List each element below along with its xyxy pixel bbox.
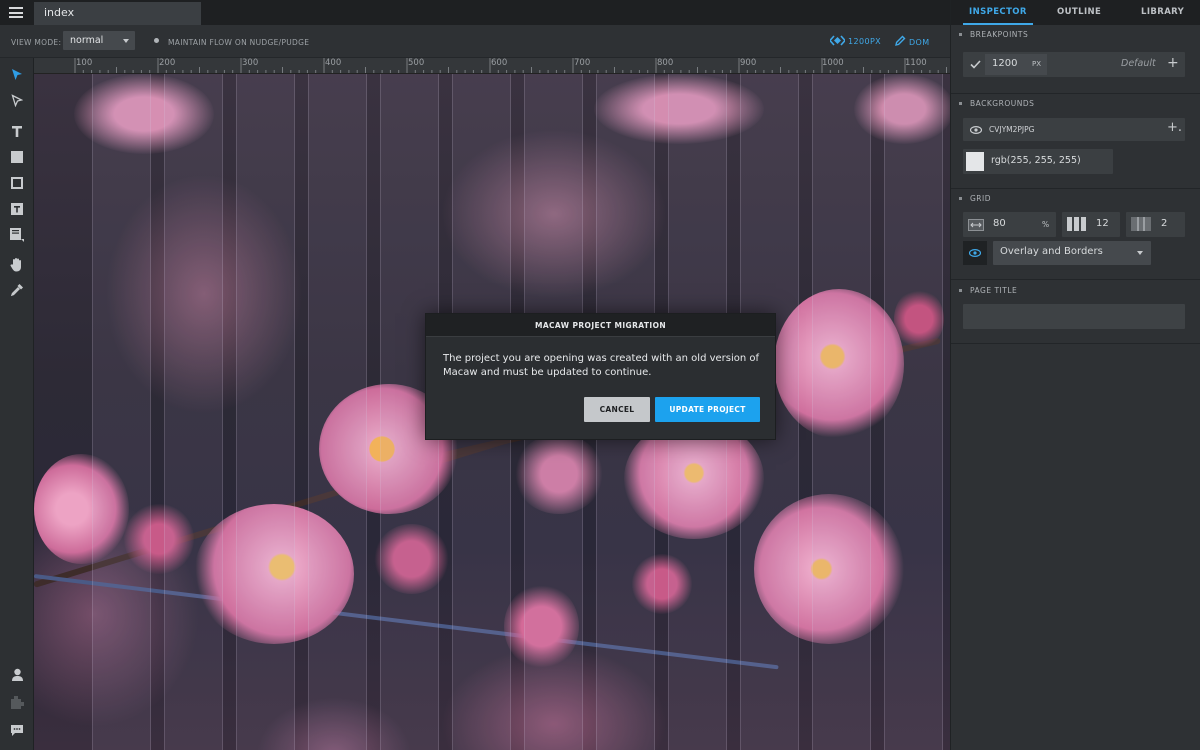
view-mode-select[interactable]: normal: [63, 31, 135, 50]
background-color-value: rgb(255, 255, 255): [991, 155, 1081, 166]
ruler-tick: 300: [242, 58, 259, 68]
grid-width-field[interactable]: 80 %: [963, 212, 1056, 237]
tab-inspector[interactable]: INSPECTOR: [963, 0, 1033, 25]
breakpoint-row[interactable]: 1200 PX Default +: [963, 52, 1185, 77]
eye-icon: [969, 249, 981, 257]
puzzle-icon[interactable]: [9, 694, 25, 710]
dom-button[interactable]: DOM: [894, 35, 930, 47]
panel-tabs: INSPECTOR OUTLINE LIBRARY: [951, 0, 1200, 25]
chevron-down-icon: [123, 39, 129, 43]
plus-add-icon[interactable]: +.: [1167, 120, 1182, 135]
page-title-heading: PAGE TITLE: [951, 286, 1200, 295]
ruler-tick: 100: [76, 58, 93, 68]
tab-outline[interactable]: OUTLINE: [1057, 0, 1101, 25]
document-tab[interactable]: index: [34, 2, 201, 25]
text-box-icon[interactable]: [9, 201, 25, 217]
outline-box-icon[interactable]: [9, 175, 25, 191]
toolbar: VIEW MODE: normal MAINTAIN FLOW ON NUDGE…: [0, 25, 950, 58]
pencil-icon: [895, 35, 906, 46]
grid-gutter-field[interactable]: 2: [1126, 212, 1185, 237]
backgrounds-heading: BACKGROUNDS: [951, 99, 1200, 108]
ruler-tick: 500: [408, 58, 425, 68]
plus-icon[interactable]: +: [1167, 55, 1179, 71]
grid-columns-field[interactable]: 12: [1062, 212, 1120, 237]
dialog-message: The project you are opening was created …: [443, 353, 760, 378]
eye-icon: [970, 126, 982, 134]
ruler-tick: 800: [657, 58, 674, 68]
dialog-title: MACAW PROJECT MIGRATION: [426, 314, 775, 337]
select-arrow-icon[interactable]: [9, 66, 25, 82]
breakpoint-default-label: Default: [1121, 58, 1156, 69]
ruler-tick: 600: [491, 58, 508, 68]
background-color-row[interactable]: rgb(255, 255, 255): [963, 149, 1113, 174]
background-image-row[interactable]: CVJYM2PJPG +.: [963, 118, 1185, 141]
breakpoint-label: 1200PX: [848, 37, 882, 46]
view-mode-label: VIEW MODE:: [11, 38, 62, 47]
maintain-flow-toggle[interactable]: [154, 38, 159, 43]
grid-display-value: Overlay and Borders: [1000, 246, 1103, 257]
user-icon[interactable]: [9, 666, 25, 682]
color-swatch[interactable]: [966, 152, 984, 171]
tool-strip: [0, 58, 34, 750]
menu-icon[interactable]: [9, 7, 23, 18]
grid-visibility-toggle[interactable]: [963, 241, 987, 265]
update-project-button[interactable]: UPDATE PROJECT: [655, 397, 760, 422]
ruler-tick: 1000: [822, 58, 844, 68]
maintain-flow-label: MAINTAIN FLOW ON NUDGE/PUDGE: [168, 38, 310, 47]
image-icon[interactable]: [9, 227, 25, 243]
top-bar: index: [0, 0, 950, 25]
chevron-down-icon: [1137, 251, 1143, 255]
breakpoints-heading: BREAKPOINTS: [951, 30, 1200, 39]
hand-icon[interactable]: [9, 256, 25, 272]
cancel-button[interactable]: CANCEL: [584, 397, 650, 422]
text-icon[interactable]: [9, 123, 25, 139]
grid-width-unit: %: [1042, 220, 1050, 229]
grid-heading: GRID: [951, 194, 1200, 203]
tab-library[interactable]: LIBRARY: [1141, 0, 1184, 25]
grid-width-value: 80: [993, 218, 1006, 229]
breakpoint-value: 1200: [992, 58, 1018, 69]
grid-display-select[interactable]: Overlay and Borders: [993, 241, 1151, 265]
horizontal-ruler: 100 200 300 400 500 600 700 800 900 1000…: [34, 58, 950, 74]
eyedropper-icon[interactable]: [9, 282, 25, 298]
ruler-tick: 900: [740, 58, 757, 68]
migration-dialog: MACAW PROJECT MIGRATION The project you …: [425, 313, 776, 440]
background-image-name: CVJYM2PJPG: [989, 125, 1035, 134]
grid-gutter-value: 2: [1161, 218, 1168, 229]
inspector-panel: INSPECTOR OUTLINE LIBRARY BREAKPOINTS 12…: [950, 0, 1200, 750]
chat-icon[interactable]: [9, 722, 25, 738]
columns-icon: [1067, 217, 1086, 231]
breakpoint-button[interactable]: 1200PX: [828, 35, 882, 46]
breakpoint-width-input[interactable]: 1200 PX: [985, 54, 1047, 75]
checkmark-icon: [970, 60, 981, 69]
ruler-tick: 400: [325, 58, 342, 68]
breakpoint-unit: PX: [1031, 60, 1041, 68]
ruler-tick: 1100: [905, 58, 927, 68]
page-title-input[interactable]: [963, 304, 1185, 329]
direct-select-icon[interactable]: [9, 92, 25, 108]
gutter-icon: [1131, 217, 1151, 231]
dom-label: DOM: [909, 38, 930, 47]
breakpoint-icon: [828, 35, 847, 46]
grid-columns-value: 12: [1096, 218, 1109, 229]
filled-box-icon[interactable]: [9, 149, 25, 165]
grid-width-icon: [968, 219, 984, 231]
ruler-tick: 200: [159, 58, 176, 68]
ruler-tick: 700: [574, 58, 591, 68]
view-mode-value: normal: [70, 35, 104, 46]
